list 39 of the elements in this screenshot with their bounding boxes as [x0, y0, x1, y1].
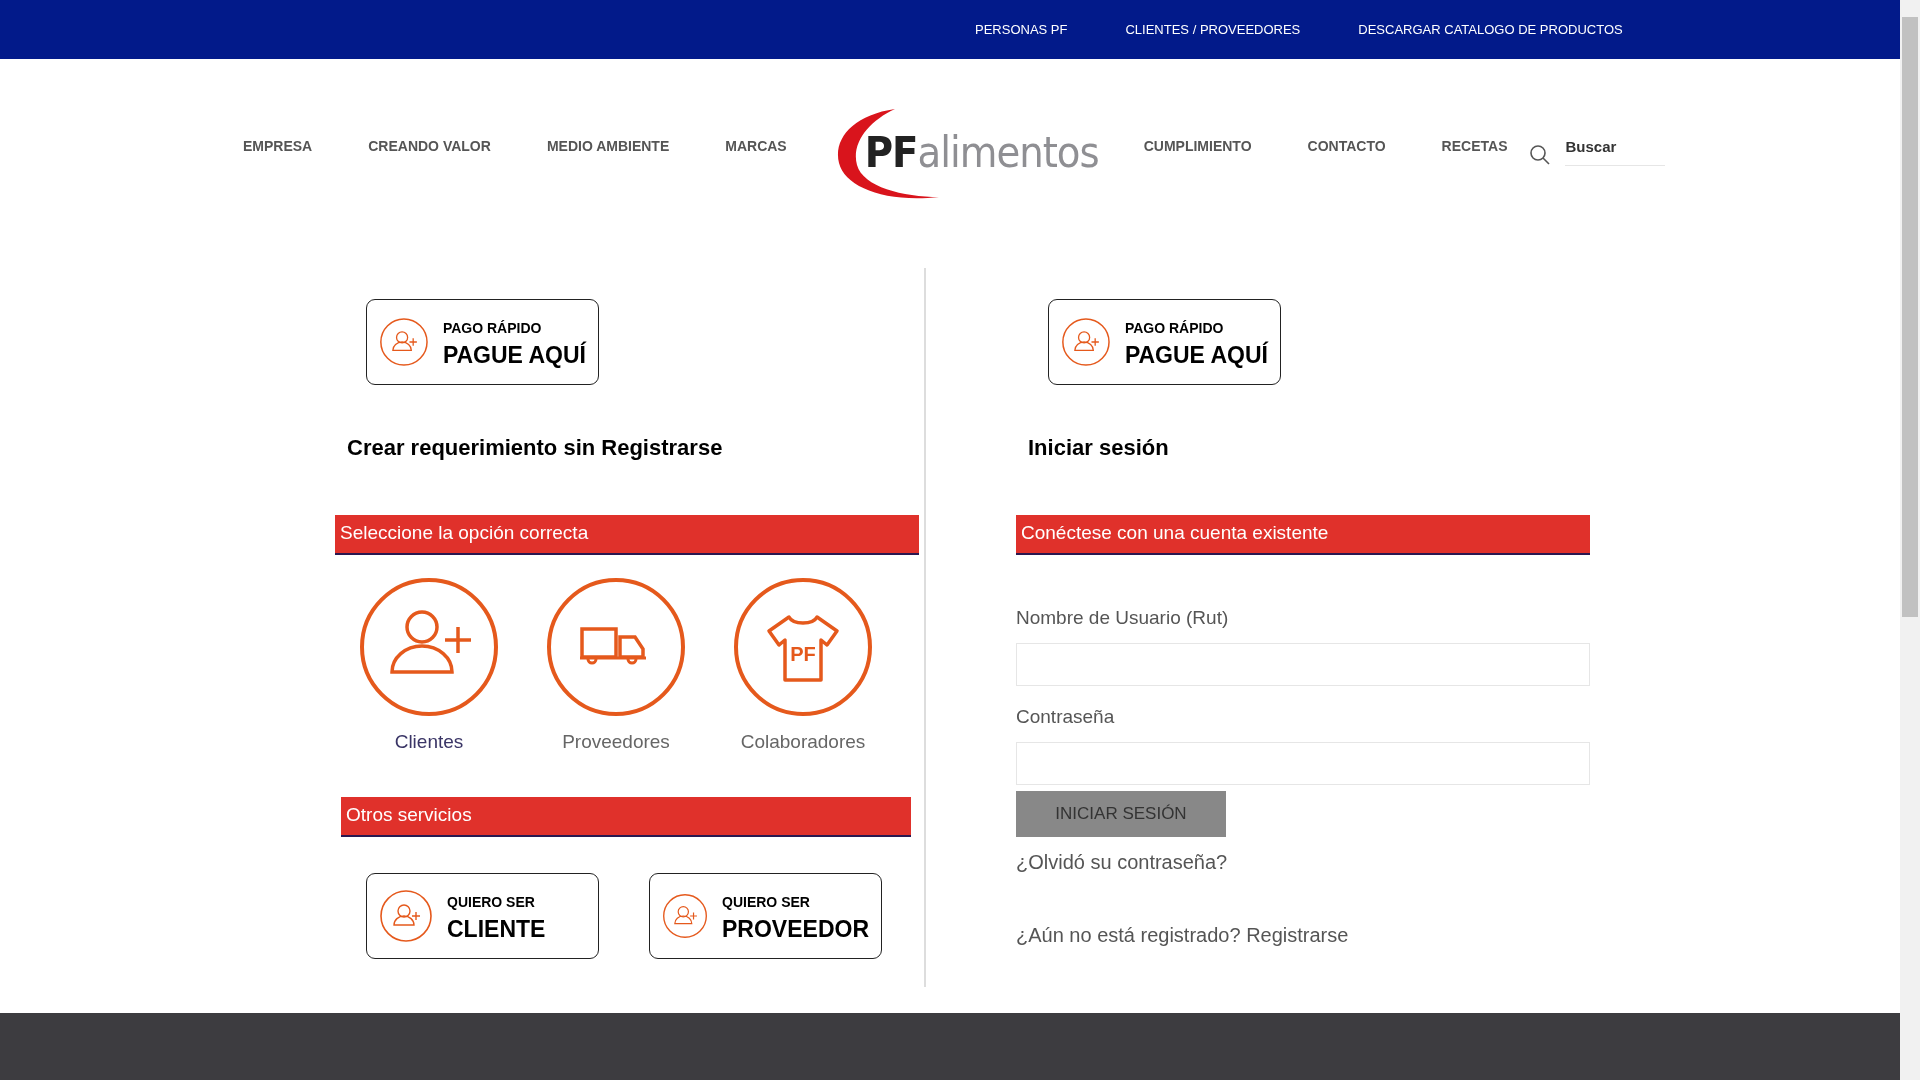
- nav-link[interactable]: MEDIO AMBIENTE: [546, 138, 670, 154]
- forgot-password-link[interactable]: ¿Olvidó su contraseña?: [1016, 851, 1590, 874]
- brand-logo[interactable]: PFalimentos: [864, 127, 1099, 177]
- section-header-bar: Seleccione la opción correcta: [335, 515, 919, 555]
- nav-link[interactable]: CUMPLIMIENTO: [1143, 138, 1252, 154]
- person-plus-icon: [379, 315, 429, 369]
- register-link[interactable]: ¿Aún no está registrado? Registrarse: [1016, 924, 1590, 947]
- nav-link[interactable]: CREANDO VALOR: [368, 138, 491, 154]
- signup-button[interactable]: QUIERO SER CLIENTE: [366, 873, 599, 959]
- quick-pay-button[interactable]: PAGO RÁPIDO PAGUE AQUÍ: [366, 299, 599, 385]
- section-header-bar: Conéctese con una cuenta existente: [1016, 515, 1590, 555]
- field-label: Nombre de Usuario (Rut): [1016, 607, 1230, 629]
- top-nav-link[interactable]: PERSONAS PF: [975, 22, 1068, 37]
- person-plus-icon: [359, 577, 499, 717]
- search-icon: [1529, 144, 1552, 166]
- person-plus-icon: [1061, 315, 1111, 369]
- nav-link[interactable]: CONTACTO: [1307, 138, 1386, 154]
- section-title: Crear requerimiento sin Registrarse: [347, 435, 724, 461]
- shirt-print-text: PF: [790, 643, 816, 665]
- nav-link[interactable]: MARCAS: [725, 138, 787, 154]
- option-link[interactable]: Clientes: [359, 577, 499, 753]
- option-link[interactable]: Proveedores: [546, 577, 686, 753]
- top-nav-link[interactable]: DESCARGAR CATALOGO DE PRODUCTOS: [1358, 22, 1623, 37]
- section-header-bar: Otros servicios: [341, 797, 911, 837]
- truck-icon: [546, 577, 686, 717]
- person-plus-icon: [379, 889, 433, 943]
- option-link[interactable]: PF Colaboradores: [733, 577, 873, 753]
- nav-link[interactable]: RECETAS: [1441, 138, 1508, 154]
- login-button[interactable]: INICIAR SESIÓN: [1016, 791, 1226, 837]
- top-nav-link[interactable]: CLIENTES / PROVEEDORES: [1125, 22, 1301, 37]
- input-field[interactable]: [1016, 742, 1590, 785]
- nav-link[interactable]: EMPRESA: [243, 138, 313, 154]
- scrollbar[interactable]: [1900, 0, 1920, 1080]
- input-field[interactable]: [1016, 643, 1590, 686]
- quick-pay-button[interactable]: PAGO RÁPIDO PAGUE AQUÍ: [1048, 299, 1281, 385]
- field-label: Contraseña: [1016, 706, 1116, 728]
- scrollbar-thumb[interactable]: [1902, 17, 1918, 617]
- section-title: Iniciar sesión: [1028, 435, 1170, 461]
- signup-button[interactable]: QUIERO SER PROVEEDOR: [649, 873, 882, 959]
